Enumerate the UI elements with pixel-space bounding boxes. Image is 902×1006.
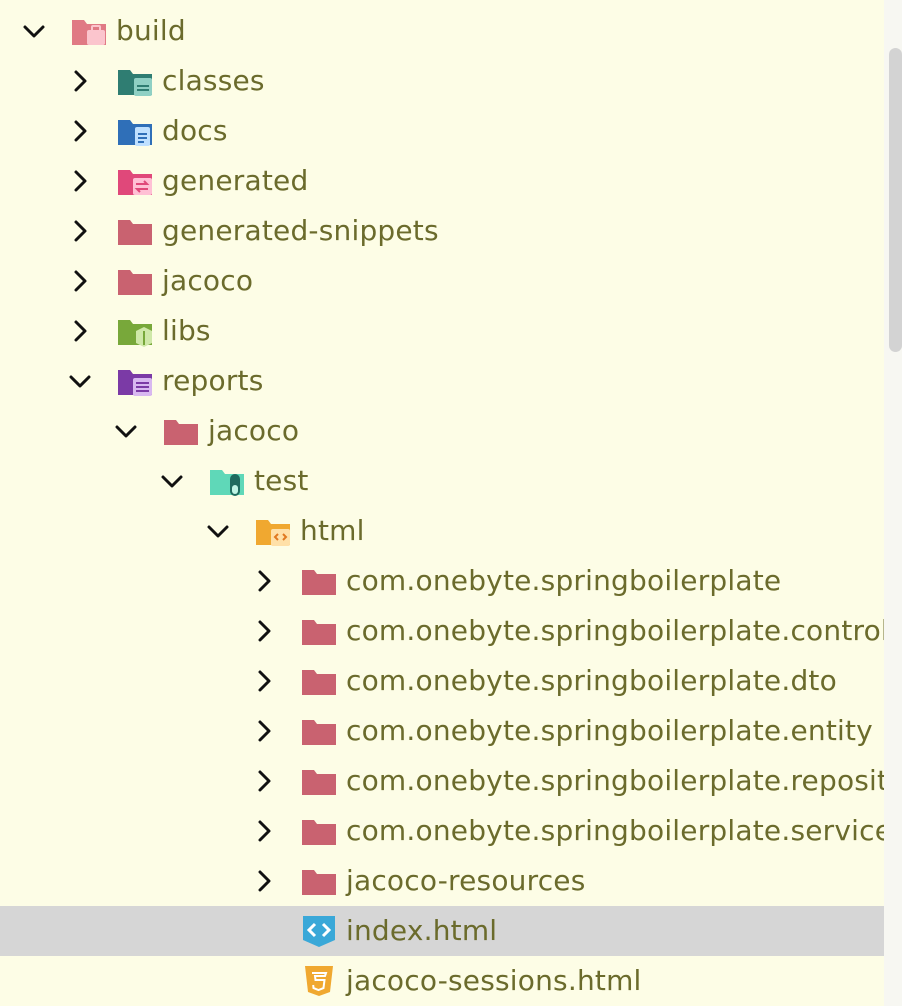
tree-item-label: com.onebyte.springboilerplate.entity <box>346 714 873 747</box>
folder-icon <box>300 815 338 847</box>
tree-folder-row[interactable]: com.onebyte.springboilerplate <box>0 556 884 606</box>
tree-folder-row[interactable]: com.onebyte.springboilerplate.repository <box>0 756 884 806</box>
project-tree: build classes docs generated generated-snipp… <box>0 0 884 1006</box>
tree-item-label: com.onebyte.springboilerplate.controller <box>346 614 884 647</box>
tree-folder-row[interactable]: jacoco-resources <box>0 856 884 906</box>
tree-folder-row[interactable]: jacoco <box>0 406 884 456</box>
chevron-right-icon[interactable] <box>252 819 276 843</box>
tree-folder-row[interactable]: html <box>0 506 884 556</box>
folder-icon <box>116 265 154 297</box>
chevron-right-icon[interactable] <box>252 569 276 593</box>
tree-file-row[interactable]: index.html <box>0 906 884 956</box>
tree-folder-row[interactable]: generated-snippets <box>0 206 884 256</box>
html-code-file-icon <box>300 915 338 947</box>
scrollbar-thumb[interactable] <box>889 48 902 352</box>
tree-item-label: classes <box>162 64 265 97</box>
tree-folder-row[interactable]: classes <box>0 56 884 106</box>
tree-item-label: com.onebyte.springboilerplate <box>346 564 782 597</box>
chevron-down-icon[interactable] <box>206 519 230 543</box>
chevron-right-icon[interactable] <box>252 669 276 693</box>
tree-item-label: html <box>300 514 365 547</box>
tree-item-label: reports <box>162 364 264 397</box>
tree-item-label: jacoco <box>162 264 254 297</box>
folder-icon <box>300 715 338 747</box>
tree-item-label: docs <box>162 114 228 147</box>
folder-libs-icon <box>116 315 154 347</box>
tree-item-label: jacoco-sessions.html <box>346 964 642 997</box>
tree-item-label: generated-snippets <box>162 214 439 247</box>
tree-item-label: com.onebyte.springboilerplate.dto <box>346 664 837 697</box>
folder-icon <box>300 665 338 697</box>
chevron-right-icon[interactable] <box>68 269 92 293</box>
folder-test-icon <box>208 465 246 497</box>
tree-item-label: generated <box>162 164 309 197</box>
tree-folder-row[interactable]: docs <box>0 106 884 156</box>
folder-generated-icon <box>116 165 154 197</box>
tree-folder-row[interactable]: com.onebyte.springboilerplate.controller <box>0 606 884 656</box>
folder-icon <box>300 615 338 647</box>
chevron-down-icon[interactable] <box>114 419 138 443</box>
tree-folder-row[interactable]: jacoco <box>0 256 884 306</box>
chevron-right-icon[interactable] <box>68 119 92 143</box>
folder-icon <box>162 415 200 447</box>
chevron-right-icon[interactable] <box>252 869 276 893</box>
tree-folder-row[interactable]: build <box>0 6 884 56</box>
tree-item-label: jacoco-resources <box>346 864 586 897</box>
tree-folder-row[interactable]: reports <box>0 356 884 406</box>
tree-item-label: jacoco <box>208 414 300 447</box>
html5-file-icon <box>300 965 338 997</box>
tree-folder-row[interactable]: test <box>0 456 884 506</box>
folder-reports-icon <box>116 365 154 397</box>
chevron-right-icon[interactable] <box>68 319 92 343</box>
tree-item-label: com.onebyte.springboilerplate.repository <box>346 764 884 797</box>
tree-folder-row[interactable]: com.onebyte.springboilerplate.dto <box>0 656 884 706</box>
tree-folder-row[interactable]: libs <box>0 306 884 356</box>
tree-item-label: build <box>116 14 186 47</box>
folder-build-icon <box>70 15 108 47</box>
chevron-down-icon[interactable] <box>22 19 46 43</box>
tree-file-row[interactable]: jacoco-sessions.html <box>0 956 884 1006</box>
tree-folder-row[interactable]: generated <box>0 156 884 206</box>
folder-icon <box>300 765 338 797</box>
tree-item-label: libs <box>162 314 211 347</box>
tree-item-label: com.onebyte.springboilerplate.service <box>346 814 884 847</box>
chevron-right-icon[interactable] <box>252 719 276 743</box>
chevron-right-icon[interactable] <box>68 69 92 93</box>
folder-icon <box>300 865 338 897</box>
chevron-right-icon[interactable] <box>252 619 276 643</box>
chevron-right-icon[interactable] <box>68 219 92 243</box>
tree-item-label: index.html <box>346 914 498 947</box>
chevron-right-icon[interactable] <box>252 769 276 793</box>
tree-folder-row[interactable]: com.onebyte.springboilerplate.entity <box>0 706 884 756</box>
folder-classes-icon <box>116 65 154 97</box>
chevron-down-icon[interactable] <box>160 469 184 493</box>
folder-docs-icon <box>116 115 154 147</box>
tree-folder-row[interactable]: com.onebyte.springboilerplate.service <box>0 806 884 856</box>
folder-icon <box>300 565 338 597</box>
folder-html-icon <box>254 515 292 547</box>
tree-item-label: test <box>254 464 309 497</box>
chevron-down-icon[interactable] <box>68 369 92 393</box>
chevron-right-icon[interactable] <box>68 169 92 193</box>
folder-icon <box>116 215 154 247</box>
